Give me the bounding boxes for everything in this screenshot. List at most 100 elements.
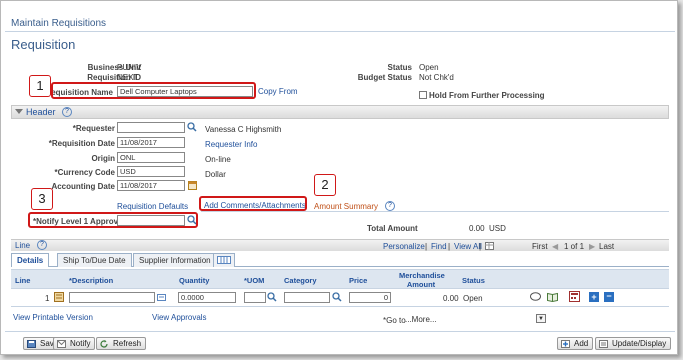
calendar-icon[interactable] [188, 180, 197, 190]
divider [5, 331, 675, 332]
callout-box-1 [51, 82, 256, 99]
go-to-label: *Go to [383, 316, 406, 325]
column-header-description[interactable]: *Description [69, 276, 113, 285]
line-grid-title: Line [15, 241, 31, 250]
chevron-down-icon[interactable]: ▼ [536, 314, 546, 323]
header-title: Header [26, 107, 56, 117]
requester-info-link[interactable]: Requester Info [205, 140, 257, 149]
breadcrumb[interactable]: Maintain Requisitions [11, 18, 106, 29]
requisition-defaults-link[interactable]: Requisition Defaults [117, 202, 188, 211]
column-header-price[interactable]: Price [349, 276, 367, 285]
column-header-merchandise-amount[interactable]: Merchandise Amount [399, 271, 445, 289]
uom-input[interactable] [244, 292, 266, 303]
update-display-button[interactable]: Update/Display [595, 337, 672, 350]
book-icon[interactable] [547, 292, 558, 302]
requester-name: Vanessa C Highsmith [205, 125, 282, 134]
calculator-icon[interactable] [569, 291, 580, 302]
refresh-button[interactable]: Refresh [96, 337, 147, 350]
status-label: Status [387, 63, 412, 72]
help-icon[interactable]: ? [62, 107, 72, 117]
delete-row-icon[interactable]: − [604, 292, 614, 302]
personalize-link[interactable]: Personalize [383, 242, 425, 251]
search-icon[interactable] [267, 292, 277, 302]
separator: | [425, 242, 428, 251]
callout-number-1: 1 [29, 75, 51, 97]
help-icon[interactable]: ? [37, 240, 47, 250]
currency-code-input[interactable]: USD [117, 166, 185, 177]
column-header-uom[interactable]: *UOM [244, 276, 264, 285]
copy-from-link[interactable]: Copy From [258, 87, 298, 96]
help-icon[interactable]: ? [385, 201, 395, 211]
envelope-icon [57, 340, 66, 348]
callout-box-3 [28, 212, 198, 228]
requester-input[interactable] [117, 122, 185, 133]
add-icon [561, 340, 570, 348]
line-number: 1 [45, 294, 50, 303]
callout-number-3: 3 [31, 188, 53, 210]
currency-description: Dollar [205, 170, 226, 179]
find-link[interactable]: Find [431, 242, 447, 251]
budget-status-label: Budget Status [357, 73, 412, 82]
callout-box-2 [199, 196, 307, 211]
total-amount-label: Total Amount [367, 224, 418, 233]
quantity-input[interactable]: 0.0000 [178, 292, 236, 303]
requisition-date-input[interactable]: 11/08/2017 [117, 137, 185, 148]
origin-input[interactable]: ONL [117, 152, 185, 163]
save-icon [27, 340, 36, 348]
header-section-bar[interactable]: Header ? [11, 105, 669, 119]
grid-icon[interactable] [485, 242, 494, 250]
divider [201, 211, 669, 212]
update-display-button-label: Update/Display [612, 339, 667, 348]
requester-label: *Requester [72, 124, 115, 133]
notify-button[interactable]: Notify [53, 337, 96, 350]
status-value: Open [419, 63, 439, 72]
collapse-icon[interactable] [15, 109, 23, 114]
merchandise-amount: 0.00 [443, 294, 459, 303]
amount-summary-link[interactable]: Amount Summary [314, 202, 378, 211]
search-icon[interactable] [187, 122, 197, 132]
view-printable-version-link[interactable]: View Printable Version [13, 313, 93, 322]
previous-icon[interactable]: ◀ [552, 242, 558, 251]
column-header-line[interactable]: Line [15, 276, 30, 285]
search-icon[interactable] [332, 292, 342, 302]
last-label[interactable]: Last [599, 242, 614, 251]
view-all-link[interactable]: View All [454, 242, 482, 251]
grid-column-headers: Line *Description Quantity *UOM Category… [11, 269, 669, 289]
tab-supplier-information[interactable]: Supplier Information [133, 253, 217, 267]
refresh-icon [100, 340, 108, 348]
add-row-icon[interactable]: + [589, 292, 599, 302]
notify-button-label: Notify [70, 339, 91, 348]
separator: | [448, 242, 451, 251]
column-header-quantity[interactable]: Quantity [179, 276, 209, 285]
comment-icon[interactable] [530, 292, 541, 302]
schedule-icon[interactable] [54, 292, 64, 302]
first-label[interactable]: First [532, 242, 548, 251]
callout-number-2: 2 [314, 174, 336, 196]
show-all-columns-icon[interactable] [213, 253, 235, 267]
tab-ship-to-due-date[interactable]: Ship To/Due Date [57, 253, 132, 267]
hold-checkbox[interactable] [419, 91, 427, 99]
business-unit-value: PUNIV [117, 63, 142, 72]
add-button[interactable]: Add [557, 337, 594, 350]
column-header-category[interactable]: Category [284, 276, 317, 285]
category-input[interactable] [284, 292, 330, 303]
page-range: 1 of 1 [564, 242, 585, 251]
separator: | [479, 242, 482, 251]
line-status: Open [463, 294, 483, 303]
next-icon[interactable]: ▶ [589, 242, 595, 251]
line-grid-bar: Line ? Personalize | Find | View All | F… [11, 239, 669, 251]
price-input[interactable]: 0 [349, 292, 391, 303]
view-approvals-link[interactable]: View Approvals [152, 313, 207, 322]
description-input[interactable] [69, 292, 155, 303]
budget-status-value: Not Chk'd [419, 73, 454, 82]
go-to-select[interactable]: ...More... [405, 315, 437, 324]
currency-code-label: *Currency Code [54, 168, 115, 177]
update-icon [599, 340, 608, 348]
edit-text-icon[interactable] [157, 292, 167, 302]
hold-label: Hold From Further Processing [429, 91, 545, 100]
accounting-date-input[interactable]: 11/08/2017 [117, 180, 185, 191]
requisition-id-value: NEXT [117, 73, 139, 82]
column-header-status[interactable]: Status [462, 276, 485, 285]
requisition-date-label: *Requisition Date [48, 139, 115, 148]
tab-details[interactable]: Details [11, 253, 50, 267]
